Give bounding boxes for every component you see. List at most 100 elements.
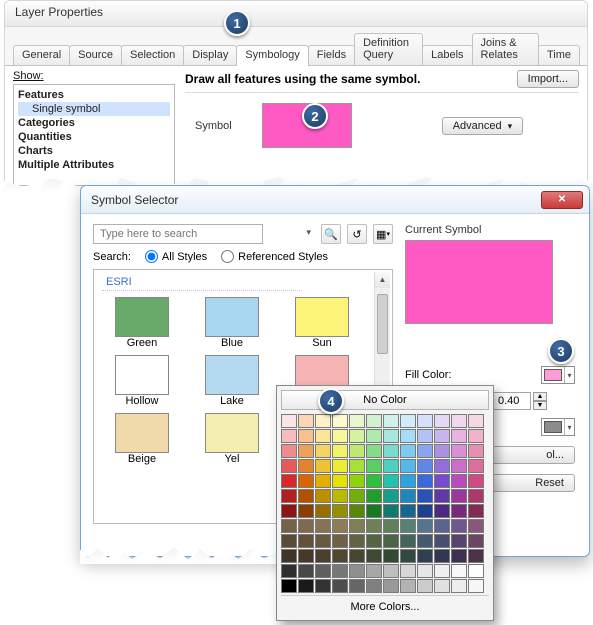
color-swatch[interactable]: [298, 579, 314, 593]
color-swatch[interactable]: [349, 504, 365, 518]
color-swatch[interactable]: [281, 429, 297, 443]
color-swatch[interactable]: [468, 549, 484, 563]
color-swatch[interactable]: [349, 459, 365, 473]
gallery-item[interactable]: Hollow: [102, 355, 182, 407]
color-swatch[interactable]: [417, 414, 433, 428]
gallery-item[interactable]: Lake: [192, 355, 272, 407]
color-swatch[interactable]: [400, 564, 416, 578]
search-input[interactable]: [93, 224, 263, 244]
show-item[interactable]: Multiple Attributes: [18, 158, 170, 172]
color-swatch[interactable]: [400, 459, 416, 473]
color-swatch[interactable]: [451, 549, 467, 563]
color-swatch[interactable]: [434, 504, 450, 518]
color-swatch[interactable]: [281, 444, 297, 458]
color-swatch[interactable]: [383, 489, 399, 503]
tab-display[interactable]: Display: [183, 45, 237, 65]
color-swatch[interactable]: [434, 444, 450, 458]
color-swatch[interactable]: [315, 504, 331, 518]
color-swatch[interactable]: [298, 429, 314, 443]
color-swatch[interactable]: [451, 444, 467, 458]
color-swatch[interactable]: [434, 534, 450, 548]
color-swatch[interactable]: [366, 564, 382, 578]
color-swatch[interactable]: [383, 519, 399, 533]
gallery-item[interactable]: Yel: [192, 413, 272, 465]
reset-icon[interactable]: ↺: [347, 224, 367, 244]
color-swatch[interactable]: [383, 429, 399, 443]
color-swatch[interactable]: [451, 534, 467, 548]
color-swatch[interactable]: [400, 504, 416, 518]
color-swatch[interactable]: [400, 519, 416, 533]
color-swatch[interactable]: [451, 489, 467, 503]
gallery-item[interactable]: Sun: [282, 297, 362, 349]
color-swatch[interactable]: [332, 519, 348, 533]
color-swatch[interactable]: [383, 549, 399, 563]
color-swatch[interactable]: [468, 474, 484, 488]
color-swatch[interactable]: [400, 474, 416, 488]
color-swatch[interactable]: [366, 504, 382, 518]
scrollbar-thumb[interactable]: [377, 294, 388, 354]
color-swatch[interactable]: [349, 579, 365, 593]
color-swatch[interactable]: [298, 564, 314, 578]
show-listbox[interactable]: FeaturesSingle symbolCategoriesQuantitie…: [13, 84, 175, 186]
color-swatch[interactable]: [451, 429, 467, 443]
color-swatch[interactable]: [332, 474, 348, 488]
color-swatch[interactable]: [451, 579, 467, 593]
view-icon[interactable]: ▦▾: [373, 224, 393, 244]
color-swatch[interactable]: [281, 489, 297, 503]
gallery-item[interactable]: Green: [102, 297, 182, 349]
radio-all-styles[interactable]: All Styles: [145, 250, 207, 263]
show-item[interactable]: Categories: [18, 116, 170, 130]
color-swatch[interactable]: [349, 549, 365, 563]
spin-down-icon[interactable]: ▼: [533, 401, 547, 410]
gallery-item[interactable]: Blue: [192, 297, 272, 349]
color-swatch[interactable]: [468, 519, 484, 533]
color-swatch[interactable]: [417, 519, 433, 533]
color-swatch[interactable]: [451, 504, 467, 518]
color-swatch[interactable]: [332, 429, 348, 443]
show-item[interactable]: Charts: [18, 144, 170, 158]
color-swatch[interactable]: [451, 474, 467, 488]
color-swatch[interactable]: [315, 534, 331, 548]
color-swatch[interactable]: [298, 444, 314, 458]
color-swatch[interactable]: [298, 519, 314, 533]
color-swatch[interactable]: [400, 579, 416, 593]
color-swatch[interactable]: [298, 549, 314, 563]
color-swatch[interactable]: [332, 444, 348, 458]
color-swatch[interactable]: [366, 549, 382, 563]
search-icon[interactable]: 🔍: [321, 224, 341, 244]
color-swatch[interactable]: [349, 534, 365, 548]
color-swatch[interactable]: [383, 474, 399, 488]
tab-selection[interactable]: Selection: [121, 45, 184, 65]
tab-time[interactable]: Time: [538, 45, 580, 65]
color-swatch[interactable]: [383, 564, 399, 578]
color-swatch[interactable]: [281, 534, 297, 548]
color-swatch[interactable]: [298, 534, 314, 548]
color-swatch[interactable]: [383, 504, 399, 518]
color-swatch[interactable]: [366, 534, 382, 548]
color-swatch[interactable]: [349, 474, 365, 488]
color-swatch[interactable]: [417, 489, 433, 503]
color-swatch[interactable]: [383, 534, 399, 548]
color-swatch[interactable]: [434, 489, 450, 503]
tab-source[interactable]: Source: [69, 45, 122, 65]
color-swatch[interactable]: [468, 534, 484, 548]
color-swatch[interactable]: [417, 504, 433, 518]
color-swatch[interactable]: [400, 534, 416, 548]
color-swatch[interactable]: [417, 579, 433, 593]
color-swatch[interactable]: [281, 504, 297, 518]
color-swatch[interactable]: [366, 444, 382, 458]
color-swatch[interactable]: [349, 489, 365, 503]
color-swatch[interactable]: [349, 519, 365, 533]
color-swatch[interactable]: [434, 459, 450, 473]
outline-width-input[interactable]: [493, 392, 531, 410]
tab-fields[interactable]: Fields: [308, 45, 355, 65]
color-swatch[interactable]: [298, 459, 314, 473]
advanced-button[interactable]: Advanced: [442, 117, 523, 135]
color-swatch[interactable]: [417, 534, 433, 548]
color-swatch[interactable]: [451, 414, 467, 428]
color-swatch[interactable]: [281, 474, 297, 488]
color-swatch[interactable]: [434, 429, 450, 443]
tab-general[interactable]: General: [13, 45, 70, 65]
outline-color-button[interactable]: ▾: [541, 418, 575, 436]
color-swatch[interactable]: [400, 444, 416, 458]
